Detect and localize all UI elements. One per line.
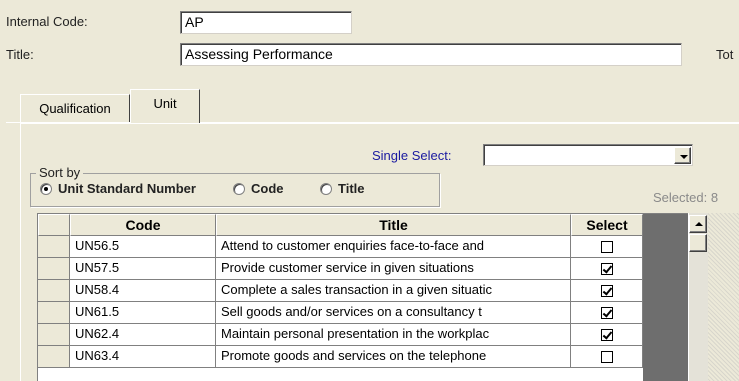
column-header-title[interactable]: Title xyxy=(216,214,571,236)
cell-title: Promote goods and services on the teleph… xyxy=(216,346,571,368)
title-label: Title: xyxy=(6,47,34,62)
select-checkbox[interactable] xyxy=(600,306,613,319)
dropdown-arrow-button[interactable] xyxy=(674,147,691,164)
internal-code-input[interactable]: AP xyxy=(180,11,352,34)
single-select-dropdown[interactable] xyxy=(483,144,693,166)
row-selector[interactable] xyxy=(38,280,70,302)
cell-select xyxy=(571,280,643,302)
scrollbar-thumb[interactable] xyxy=(689,234,707,252)
sort-radio-unit-standard-number[interactable]: Unit Standard Number xyxy=(40,180,196,196)
cell-code: UN56.5 xyxy=(70,236,216,258)
tab-qualification[interactable]: Qualification xyxy=(20,94,130,122)
select-checkbox[interactable] xyxy=(600,350,613,363)
sort-option-label: Code xyxy=(251,181,284,197)
sort-by-label: Sort by xyxy=(36,165,84,180)
unit-grid: Code Title Select UN56.5 Attend to custom… xyxy=(37,213,689,381)
cell-code: UN57.5 xyxy=(70,258,216,280)
cell-code: UN58.4 xyxy=(70,280,216,302)
cell-title: Sell goods and/or services on a consulta… xyxy=(216,302,571,324)
row-selector[interactable] xyxy=(38,236,70,258)
tab-unit[interactable]: Unit xyxy=(130,89,200,124)
select-checkbox[interactable] xyxy=(600,240,613,253)
sort-radio-code[interactable]: Code xyxy=(233,180,284,196)
radio-button[interactable] xyxy=(320,182,332,195)
cell-select xyxy=(571,258,643,280)
radio-button[interactable] xyxy=(40,182,52,195)
cell-select xyxy=(571,236,643,258)
cell-select xyxy=(571,302,643,324)
single-select-label: Single Select: xyxy=(372,148,452,163)
total-label: Tot xyxy=(716,47,734,62)
column-header-code[interactable]: Code xyxy=(70,214,216,236)
select-checkbox[interactable] xyxy=(600,328,613,341)
row-selector[interactable] xyxy=(38,302,70,324)
cell-select xyxy=(571,346,643,368)
scrollbar-area xyxy=(643,214,689,381)
cell-code: UN63.4 xyxy=(70,346,216,368)
row-selector[interactable] xyxy=(38,258,70,280)
row-selector[interactable] xyxy=(38,346,70,368)
sort-option-label: Title xyxy=(338,181,365,197)
title-input[interactable]: Assessing Performance xyxy=(180,43,682,66)
chevron-down-icon xyxy=(680,155,688,159)
radio-button[interactable] xyxy=(233,182,245,195)
cell-select xyxy=(571,324,643,346)
cell-code: UN61.5 xyxy=(70,302,216,324)
select-checkbox[interactable] xyxy=(600,262,613,275)
select-checkbox[interactable] xyxy=(600,284,613,297)
cell-title: Attend to customer enquiries face-to-fac… xyxy=(216,236,571,258)
column-header-select[interactable]: Select xyxy=(571,214,643,236)
sort-option-label: Unit Standard Number xyxy=(58,181,196,197)
cell-code: UN62.4 xyxy=(70,324,216,346)
selected-count: Selected: 8 xyxy=(653,190,719,205)
chevron-up-icon xyxy=(695,222,703,226)
cell-title: Provide customer service in given situat… xyxy=(216,258,571,280)
row-selector-header xyxy=(38,214,70,236)
row-selector[interactable] xyxy=(38,324,70,346)
cell-title: Maintain personal presentation in the wo… xyxy=(216,324,571,346)
sort-radio-title[interactable]: Title xyxy=(320,180,365,196)
scroll-up-button[interactable] xyxy=(689,215,707,233)
cell-title: Complete a sales transaction in a given … xyxy=(216,280,571,302)
internal-code-label: Internal Code: xyxy=(6,14,88,29)
